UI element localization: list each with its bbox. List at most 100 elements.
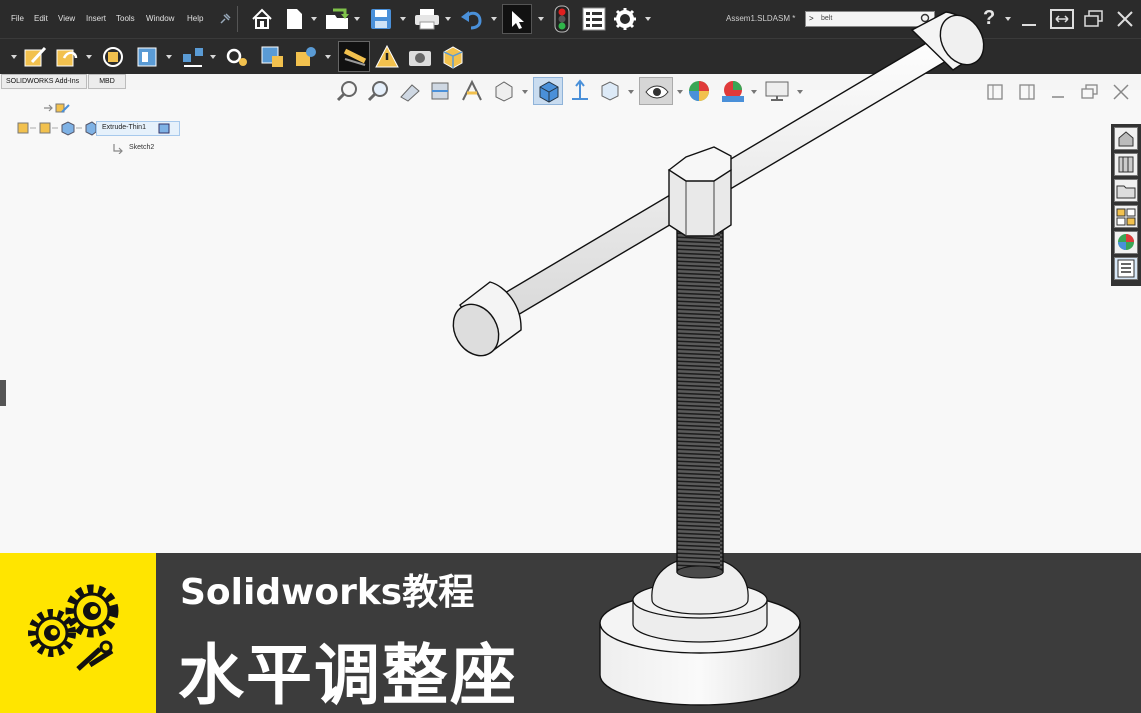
appearances-scenes-icon	[1118, 234, 1134, 250]
scene-dropdown-caret[interactable]	[751, 90, 757, 94]
pin-icon[interactable]	[218, 12, 232, 26]
sketch-sketch2[interactable]: Sketch2	[129, 144, 154, 151]
apply-scene-icon[interactable]	[719, 79, 747, 105]
previous-view-icon[interactable]	[398, 79, 422, 103]
menu-view[interactable]: View	[58, 14, 75, 23]
menu-window[interactable]: Window	[146, 14, 174, 23]
restore-window-icon[interactable]	[1049, 8, 1075, 30]
home-icon[interactable]	[250, 7, 274, 31]
dynamic-annotation-icon[interactable]	[460, 79, 484, 103]
undo-icon[interactable]	[460, 8, 484, 30]
preview-dropdown-caret[interactable]	[166, 55, 172, 59]
component-preview-icon[interactable]	[134, 44, 160, 70]
folder-icon	[1116, 185, 1136, 199]
edit-appearance-icon[interactable]	[687, 79, 713, 105]
hide-dropdown-caret[interactable]	[677, 90, 683, 94]
edit-component-icon[interactable]	[22, 44, 48, 70]
edit-appearance-cube-icon[interactable]	[598, 79, 622, 103]
move-component-icon[interactable]	[259, 44, 285, 70]
taskpane-file-explorer[interactable]	[1114, 179, 1138, 202]
minimize-icon[interactable]	[1020, 14, 1038, 28]
hide-show-button[interactable]	[639, 77, 673, 105]
appearance-dropdown-caret[interactable]	[628, 90, 634, 94]
tab-mbd[interactable]: MBD	[88, 74, 126, 89]
select-button[interactable]	[502, 4, 532, 34]
snapshot-camera-icon[interactable]	[407, 46, 433, 68]
viewport-close-icon[interactable]	[1111, 82, 1131, 102]
menu-insert[interactable]: Insert	[86, 14, 106, 23]
menu-file[interactable]: File	[11, 14, 24, 23]
taskpane-custom-properties[interactable]	[1114, 257, 1138, 280]
options-dropdown-caret[interactable]	[645, 17, 651, 21]
print-icon[interactable]	[414, 8, 440, 30]
hide-show-items-icon[interactable]	[568, 79, 592, 103]
gears-tools-icon	[28, 584, 119, 671]
maximize-icon[interactable]	[1083, 9, 1105, 29]
zoom-to-fit-icon[interactable]	[336, 79, 360, 103]
view-settings-dropdown-caret[interactable]	[797, 90, 803, 94]
section-view-icon[interactable]	[428, 79, 452, 103]
undo-dropdown-caret[interactable]	[491, 17, 497, 21]
rebuild-icon[interactable]	[554, 5, 570, 33]
view-orientation-icon[interactable]	[492, 79, 516, 103]
help-dropdown-caret[interactable]	[1005, 17, 1011, 21]
feature-tree-collapse-handle[interactable]	[0, 380, 6, 406]
viewport-tile-right-icon[interactable]	[1018, 83, 1036, 101]
toolbar-separator	[237, 6, 238, 32]
cmd-dropdown-caret[interactable]	[11, 55, 17, 59]
save-icon[interactable]	[369, 7, 393, 31]
command-manager	[0, 38, 1141, 74]
breadcrumb-assembly-icon[interactable]	[42, 101, 72, 115]
search-box[interactable]: > belt	[805, 11, 935, 27]
smart-fasteners-icon[interactable]	[224, 44, 250, 70]
tab-solidworks-addins[interactable]: SOLIDWORKS Add-Ins	[1, 74, 87, 89]
file-properties-icon[interactable]	[582, 7, 606, 31]
print-dropdown-caret[interactable]	[445, 17, 451, 21]
menu-edit[interactable]: Edit	[34, 14, 48, 23]
reference-geometry-icon	[343, 48, 367, 66]
view-palette-icon	[1116, 208, 1136, 226]
taskpane-view-palette[interactable]	[1114, 205, 1138, 228]
exploded-view-icon[interactable]	[374, 44, 400, 70]
mate-icon[interactable]	[100, 44, 126, 70]
assembly-features-icon[interactable]	[293, 44, 319, 70]
orientation-dropdown-caret[interactable]	[522, 90, 528, 94]
breadcrumb-path-icon[interactable]	[12, 120, 96, 136]
viewport-tile-left-icon[interactable]	[986, 83, 1004, 101]
menu-toolbar: File Edit View Insert Tools Window Help	[0, 0, 1141, 38]
taskpane-design-library[interactable]	[1114, 153, 1138, 176]
select-dropdown-caret[interactable]	[538, 17, 544, 21]
viewport-restore-icon[interactable]	[1080, 83, 1100, 101]
menu-tools[interactable]: Tools	[116, 14, 135, 23]
insert-dropdown-caret[interactable]	[86, 55, 92, 59]
save-dropdown-caret[interactable]	[400, 17, 406, 21]
new-dropdown-caret[interactable]	[311, 17, 317, 21]
new-document-icon[interactable]	[283, 7, 305, 31]
tutorial-banner	[0, 553, 1141, 713]
instant3d-icon[interactable]	[440, 44, 466, 70]
taskpane-appearances[interactable]	[1114, 231, 1138, 254]
close-icon[interactable]	[1114, 9, 1136, 29]
search-icon[interactable]	[920, 13, 932, 25]
taskpane-resources[interactable]	[1114, 127, 1138, 150]
viewport-minimize-icon[interactable]	[1049, 83, 1067, 101]
open-icon[interactable]	[324, 6, 350, 32]
graphics-area[interactable]	[0, 90, 1141, 553]
linear-pattern-icon[interactable]	[180, 44, 206, 70]
reference-geometry-button[interactable]	[338, 41, 370, 72]
pattern-dropdown-caret[interactable]	[210, 55, 216, 59]
view-settings-monitor-icon[interactable]	[764, 80, 792, 102]
options-gear-icon[interactable]	[613, 7, 637, 31]
display-style-button[interactable]	[533, 77, 563, 105]
eye-icon	[645, 85, 669, 99]
menu-help[interactable]: Help	[187, 14, 203, 23]
insert-component-icon[interactable]	[54, 44, 80, 70]
open-dropdown-caret[interactable]	[354, 17, 360, 21]
feature-extrude-thin1[interactable]: Extrude-Thin1	[102, 124, 146, 131]
features-dropdown-caret[interactable]	[325, 55, 331, 59]
zoom-to-area-icon[interactable]	[367, 79, 391, 103]
feature-select-box-icon[interactable]	[157, 122, 171, 135]
search-input[interactable]: belt	[821, 15, 832, 22]
help-icon[interactable]: ?	[983, 7, 995, 30]
task-pane	[1111, 124, 1141, 286]
